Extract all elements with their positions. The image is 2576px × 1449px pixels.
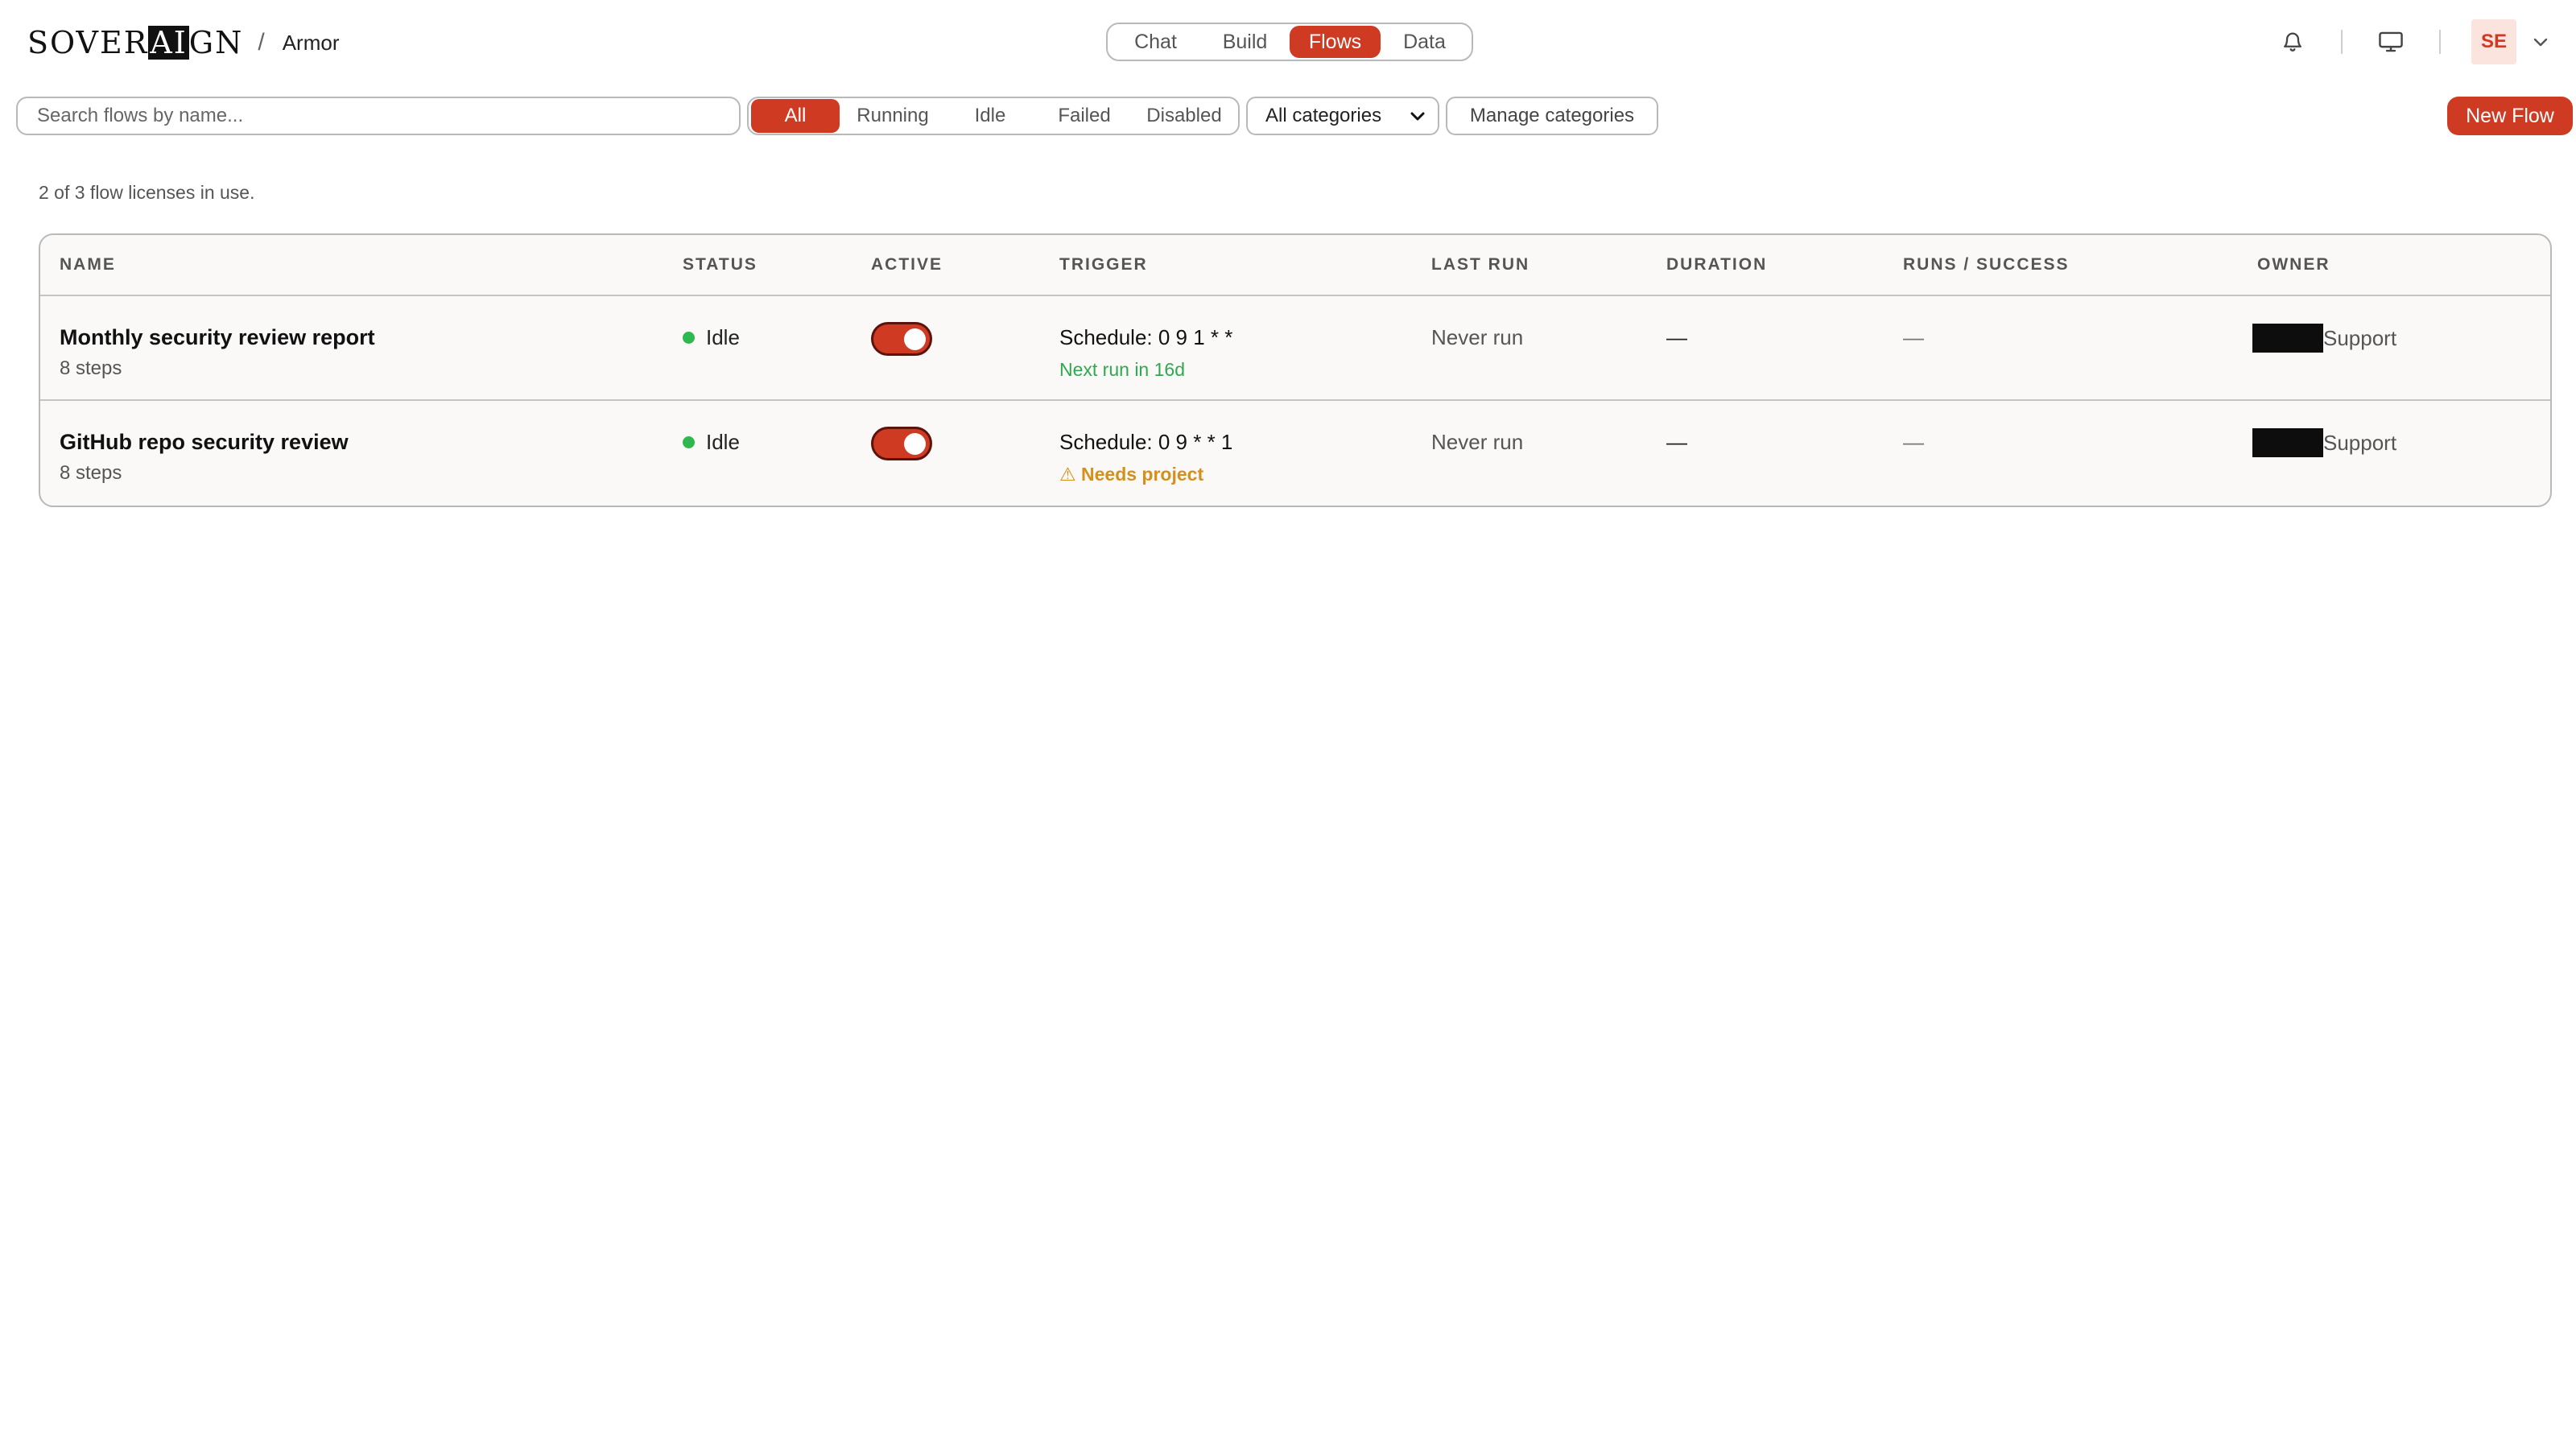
- duration: —: [1666, 430, 1687, 454]
- logo-highlight: AI: [148, 25, 189, 60]
- tab-flows[interactable]: Flows: [1290, 26, 1381, 58]
- search-input[interactable]: [16, 97, 741, 135]
- breadcrumb-workspace[interactable]: Armor: [283, 31, 340, 56]
- logo[interactable]: SOVER AI GN: [27, 26, 243, 60]
- filter-running[interactable]: Running: [840, 99, 946, 133]
- column-runs-success[interactable]: RUNS / SUCCESS: [1903, 235, 2070, 295]
- filter-failed[interactable]: Failed: [1034, 99, 1134, 133]
- active-toggle[interactable]: [871, 427, 932, 460]
- column-last-run[interactable]: LAST RUN: [1431, 235, 1530, 295]
- license-usage: 2 of 3 flow licenses in use.: [39, 182, 255, 203]
- category-select-value: All categories: [1265, 105, 1382, 126]
- toggle-knob: [904, 328, 926, 350]
- tab-build[interactable]: Build: [1200, 26, 1290, 58]
- owner: Support: [2252, 324, 2396, 353]
- status-filter: All Running Idle Failed Disabled: [747, 97, 1240, 135]
- main-nav: Chat Build Flows Data: [1106, 23, 1473, 61]
- category-select[interactable]: All categories: [1246, 97, 1439, 135]
- duration: —: [1666, 325, 1687, 349]
- status-dot: [683, 436, 695, 448]
- needs-project-warning: ⚠ Needs project: [1059, 464, 1204, 485]
- flow-steps: 8 steps: [60, 357, 122, 379]
- manage-categories-button[interactable]: Manage categories: [1446, 97, 1658, 135]
- tab-chat[interactable]: Chat: [1111, 26, 1200, 58]
- next-run-note: Next run in 16d: [1059, 359, 1185, 380]
- owner-name: Support: [2323, 430, 2397, 455]
- column-name[interactable]: NAME: [60, 235, 116, 295]
- status-label: Idle: [706, 430, 740, 454]
- toggle-knob: [904, 433, 926, 455]
- new-flow-button[interactable]: New Flow: [2447, 97, 2573, 135]
- chevron-down-icon[interactable]: [2529, 31, 2552, 53]
- status-dot: [683, 332, 695, 344]
- column-active[interactable]: ACTIVE: [871, 235, 943, 295]
- trigger-schedule: Schedule: 0 9 * * 1: [1059, 430, 1233, 454]
- status-badge: Idle: [683, 430, 740, 455]
- owner-name: Support: [2323, 325, 2397, 350]
- trigger-schedule: Schedule: 0 9 1 * *: [1059, 325, 1233, 349]
- status-badge: Idle: [683, 325, 740, 350]
- logo-suffix: GN: [188, 25, 244, 60]
- owner: Support: [2252, 428, 2396, 457]
- table-header: NAME STATUS ACTIVE TRIGGER LAST RUN DURA…: [40, 235, 2550, 296]
- column-trigger[interactable]: TRIGGER: [1059, 235, 1148, 295]
- redacted-block: [2252, 324, 2323, 353]
- flow-name[interactable]: Monthly security review report: [60, 325, 375, 350]
- flow-steps: 8 steps: [60, 462, 122, 484]
- flows-toolbar: All Running Idle Failed Disabled All cat…: [0, 95, 2576, 137]
- flow-name[interactable]: GitHub repo security review: [60, 430, 349, 455]
- brand: SOVER AI GN / Armor: [27, 23, 340, 63]
- divider: [2439, 30, 2441, 54]
- breadcrumb-separator: /: [258, 29, 265, 56]
- table-row[interactable]: GitHub repo security review 8 steps Idle…: [40, 401, 2550, 506]
- chevron-down-icon: [1410, 112, 1425, 121]
- filter-all[interactable]: All: [751, 99, 840, 133]
- header-actions: SE: [2275, 19, 2552, 64]
- status-label: Idle: [706, 325, 740, 349]
- top-bar: SOVER AI GN / Armor Chat Build Flows Data …: [0, 0, 2576, 85]
- monitor-icon[interactable]: [2373, 24, 2409, 60]
- active-toggle[interactable]: [871, 322, 932, 356]
- last-run: Never run: [1431, 430, 1524, 454]
- divider: [2341, 30, 2343, 54]
- avatar[interactable]: SE: [2471, 19, 2516, 64]
- tab-data[interactable]: Data: [1381, 26, 1468, 58]
- filter-idle[interactable]: Idle: [946, 99, 1034, 133]
- column-owner[interactable]: OWNER: [2257, 235, 2330, 295]
- table-row[interactable]: Monthly security review report 8 steps I…: [40, 296, 2550, 401]
- column-duration[interactable]: DURATION: [1666, 235, 1767, 295]
- flows-table: NAME STATUS ACTIVE TRIGGER LAST RUN DURA…: [39, 233, 2552, 507]
- runs-success: —: [1903, 430, 1924, 454]
- logo-prefix: SOVER: [27, 25, 149, 60]
- filter-disabled[interactable]: Disabled: [1134, 99, 1234, 133]
- last-run: Never run: [1431, 325, 1524, 349]
- column-status[interactable]: STATUS: [683, 235, 758, 295]
- bell-icon[interactable]: [2275, 24, 2310, 60]
- runs-success: —: [1903, 325, 1924, 349]
- redacted-block: [2252, 428, 2323, 457]
